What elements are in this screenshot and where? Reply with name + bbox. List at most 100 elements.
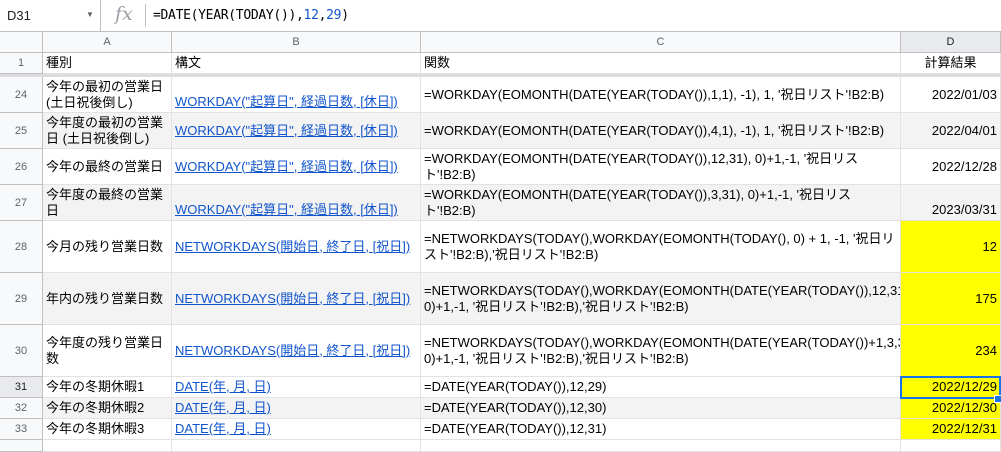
cell-empty[interactable] bbox=[901, 440, 1001, 452]
fill-handle[interactable] bbox=[994, 395, 1001, 403]
syntax-link[interactable]: WORKDAY("起算日", 経過日数, [休日]) bbox=[175, 123, 398, 139]
row-number[interactable]: 29 bbox=[0, 273, 43, 325]
cell-type[interactable]: 今年の冬期休暇1 bbox=[43, 377, 172, 398]
cell-result[interactable]: 2022/01/03 bbox=[901, 77, 1001, 113]
cell-type[interactable]: 今月の残り営業日数 bbox=[43, 221, 172, 273]
cell-empty[interactable] bbox=[421, 440, 901, 452]
syntax-link[interactable]: WORKDAY("起算日", 経過日数, [休日]) bbox=[175, 159, 398, 175]
syntax-link[interactable]: DATE(年, 月, 日) bbox=[175, 379, 271, 395]
cell-function[interactable]: =WORKDAY(EOMONTH(DATE(YEAR(TODAY()),4,1)… bbox=[421, 113, 901, 149]
syntax-link[interactable]: DATE(年, 月, 日) bbox=[175, 400, 271, 416]
cell-function[interactable]: =DATE(YEAR(TODAY()),12,29) bbox=[421, 377, 901, 398]
cell-function[interactable]: =DATE(YEAR(TODAY()),12,31) bbox=[421, 419, 901, 440]
table-row-header: 1 種別 構文 関数 計算結果 bbox=[0, 53, 1001, 74]
row-number[interactable]: 24 bbox=[0, 77, 43, 113]
cell-type[interactable]: 今年の最終の営業日 bbox=[43, 149, 172, 185]
cell-type[interactable]: 今年度の最終の営業日 bbox=[43, 185, 172, 221]
cell-function[interactable]: =WORKDAY(EOMONTH(DATE(YEAR(TODAY()),1,1)… bbox=[421, 77, 901, 113]
table-row: 33 今年の冬期休暇3 DATE(年, 月, 日) =DATE(YEAR(TOD… bbox=[0, 419, 1001, 440]
cell-result[interactable]: 2022/04/01 bbox=[901, 113, 1001, 149]
cell-empty[interactable] bbox=[43, 440, 172, 452]
column-header-b[interactable]: B bbox=[172, 32, 421, 53]
header-syntax[interactable]: 構文 bbox=[172, 53, 421, 74]
row-number[interactable]: 25 bbox=[0, 113, 43, 149]
header-type[interactable]: 種別 bbox=[43, 53, 172, 74]
cell-function[interactable]: =WORKDAY(EOMONTH(DATE(YEAR(TODAY()),12,3… bbox=[421, 149, 901, 185]
table-row: 25 今年度の最初の営業日 (土日祝後倒し) WORKDAY("起算日", 経過… bbox=[0, 113, 1001, 149]
table-row: 30 今年度の残り営業日数 NETWORKDAYS(開始日, 終了日, [祝日]… bbox=[0, 325, 1001, 377]
cell-syntax[interactable]: WORKDAY("起算日", 経過日数, [休日]) bbox=[172, 185, 421, 221]
cell-type[interactable]: 今年の冬期休暇3 bbox=[43, 419, 172, 440]
cell-syntax[interactable]: NETWORKDAYS(開始日, 終了日, [祝日]) bbox=[172, 273, 421, 325]
syntax-link[interactable]: NETWORKDAYS(開始日, 終了日, [祝日]) bbox=[175, 291, 410, 307]
cell-result[interactable]: 2022/12/28 bbox=[901, 149, 1001, 185]
cell-empty[interactable] bbox=[172, 440, 421, 452]
cell-result[interactable]: 2022/12/31 bbox=[901, 419, 1001, 440]
cell-type[interactable]: 今年度の最初の営業日 (土日祝後倒し) bbox=[43, 113, 172, 149]
cell-result[interactable]: 175 bbox=[901, 273, 1001, 325]
formula-input[interactable]: =DATE(YEAR(TODAY()),12,29) bbox=[153, 8, 349, 23]
row-number[interactable]: 26 bbox=[0, 149, 43, 185]
cell-result[interactable]: 2023/03/31 bbox=[901, 185, 1001, 221]
table-row: 27 今年度の最終の営業日 WORKDAY("起算日", 経過日数, [休日])… bbox=[0, 185, 1001, 221]
row-number[interactable]: 28 bbox=[0, 221, 43, 273]
cell-result-selected[interactable]: 2022/12/29 bbox=[901, 377, 1001, 398]
table-row: 32 今年の冬期休暇2 DATE(年, 月, 日) =DATE(YEAR(TOD… bbox=[0, 398, 1001, 419]
row-number[interactable]: 27 bbox=[0, 185, 43, 221]
syntax-link[interactable]: NETWORKDAYS(開始日, 終了日, [祝日]) bbox=[175, 239, 410, 255]
formula-number-1: 12 bbox=[303, 8, 319, 23]
table-row: 29 年内の残り営業日数 NETWORKDAYS(開始日, 終了日, [祝日])… bbox=[0, 273, 1001, 325]
cell-syntax[interactable]: NETWORKDAYS(開始日, 終了日, [祝日]) bbox=[172, 325, 421, 377]
row-number[interactable]: 32 bbox=[0, 398, 43, 419]
select-all-corner[interactable] bbox=[0, 32, 43, 53]
row-number[interactable]: 31 bbox=[0, 377, 43, 398]
cell-function[interactable]: =NETWORKDAYS(TODAY(),WORKDAY(EOMONTH(DAT… bbox=[421, 273, 901, 325]
cell-syntax[interactable]: NETWORKDAYS(開始日, 終了日, [祝日]) bbox=[172, 221, 421, 273]
formula-text-suffix: ) bbox=[341, 8, 349, 23]
syntax-link[interactable]: DATE(年, 月, 日) bbox=[175, 421, 271, 437]
formula-bar: D31 ▼ fx =DATE(YEAR(TODAY()),12,29) bbox=[0, 0, 1001, 32]
formula-comma: , bbox=[318, 8, 327, 23]
syntax-link[interactable]: WORKDAY("起算日", 経過日数, [休日]) bbox=[175, 94, 398, 110]
table-row-empty bbox=[0, 440, 1001, 452]
table-row: 28 今月の残り営業日数 NETWORKDAYS(開始日, 終了日, [祝日])… bbox=[0, 221, 1001, 273]
column-header-c[interactable]: C bbox=[421, 32, 901, 53]
cell-syntax[interactable]: WORKDAY("起算日", 経過日数, [休日]) bbox=[172, 149, 421, 185]
formula-separator bbox=[145, 4, 146, 27]
cell-syntax[interactable]: WORKDAY("起算日", 経過日数, [休日]) bbox=[172, 113, 421, 149]
cell-type[interactable]: 年内の残り営業日数 bbox=[43, 273, 172, 325]
cell-type[interactable]: 今年の冬期休暇2 bbox=[43, 398, 172, 419]
cell-result[interactable]: 234 bbox=[901, 325, 1001, 377]
cell-function[interactable]: =WORKDAY(EOMONTH(DATE(YEAR(TODAY()),3,31… bbox=[421, 185, 901, 221]
row-number[interactable]: 30 bbox=[0, 325, 43, 377]
header-function[interactable]: 関数 bbox=[421, 53, 901, 74]
name-box[interactable]: D31 ▼ bbox=[0, 0, 101, 31]
cell-syntax[interactable]: DATE(年, 月, 日) bbox=[172, 398, 421, 419]
formula-text-prefix: =DATE(YEAR(TODAY()), bbox=[153, 8, 304, 23]
column-header-a[interactable]: A bbox=[43, 32, 172, 53]
cell-result[interactable]: 2022/12/30 bbox=[901, 398, 1001, 419]
spreadsheet-grid: A B C D 1 種別 構文 関数 計算結果 24 今年の最初の営業日(土日祝… bbox=[0, 32, 1001, 452]
cell-function[interactable]: =DATE(YEAR(TODAY()),12,30) bbox=[421, 398, 901, 419]
header-result[interactable]: 計算結果 bbox=[901, 53, 1001, 74]
syntax-link[interactable]: NETWORKDAYS(開始日, 終了日, [祝日]) bbox=[175, 343, 410, 359]
table-row: 26 今年の最終の営業日 WORKDAY("起算日", 経過日数, [休日]) … bbox=[0, 149, 1001, 185]
cell-type[interactable]: 今年の最初の営業日(土日祝後倒し) bbox=[43, 77, 172, 113]
cell-syntax[interactable]: WORKDAY("起算日", 経過日数, [休日]) bbox=[172, 77, 421, 113]
chevron-down-icon[interactable]: ▼ bbox=[86, 10, 94, 19]
function-icon: fx bbox=[115, 3, 133, 25]
cell-function[interactable]: =NETWORKDAYS(TODAY(),WORKDAY(EOMONTH(DAT… bbox=[421, 325, 901, 377]
cell-function[interactable]: =NETWORKDAYS(TODAY(),WORKDAY(EOMONTH(TOD… bbox=[421, 221, 901, 273]
cell-syntax[interactable]: DATE(年, 月, 日) bbox=[172, 419, 421, 440]
cell-result[interactable]: 12 bbox=[901, 221, 1001, 273]
cell-type[interactable]: 今年度の残り営業日数 bbox=[43, 325, 172, 377]
column-header-d[interactable]: D bbox=[901, 32, 1001, 53]
row-number[interactable]: 33 bbox=[0, 419, 43, 440]
table-row: 24 今年の最初の営業日(土日祝後倒し) WORKDAY("起算日", 経過日数… bbox=[0, 77, 1001, 113]
row-number[interactable]: 1 bbox=[0, 53, 43, 74]
syntax-link[interactable]: WORKDAY("起算日", 経過日数, [休日]) bbox=[175, 202, 398, 218]
formula-number-2: 29 bbox=[326, 8, 342, 23]
cell-reference: D31 bbox=[7, 8, 31, 23]
row-number[interactable] bbox=[0, 440, 43, 452]
cell-syntax[interactable]: DATE(年, 月, 日) bbox=[172, 377, 421, 398]
